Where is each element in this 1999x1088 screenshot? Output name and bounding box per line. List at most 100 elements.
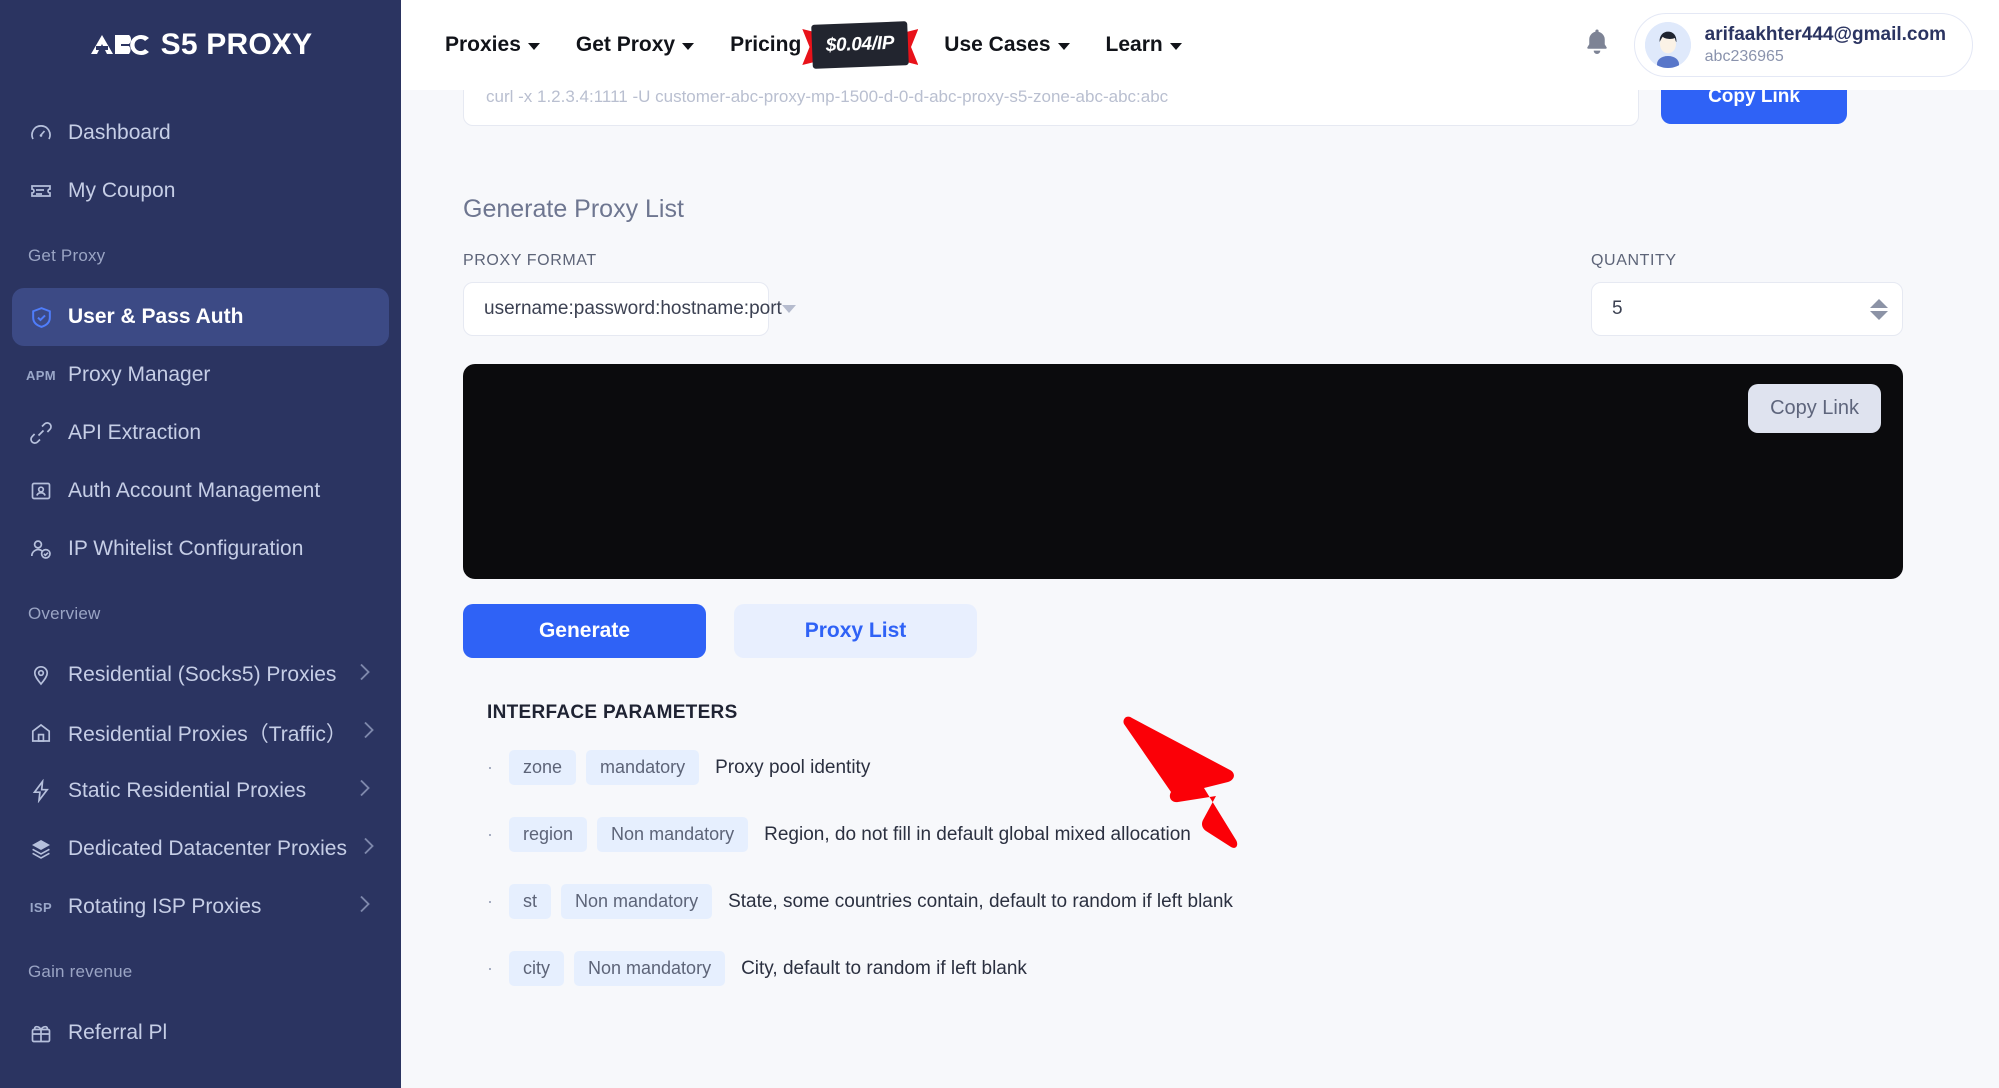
sidebar-item-rotating-isp-proxies[interactable]: ISP Rotating ISP Proxies (12, 878, 389, 936)
topnav-item-use-cases[interactable]: Use Cases (944, 33, 1070, 57)
sidebar-item-residential-proxies-traffic[interactable]: Residential Proxies（Traffic） (12, 704, 389, 762)
proxy-format-select[interactable]: username:password:hostname:port (463, 282, 796, 336)
sidebar-item-label: Proxy Manager (68, 363, 211, 386)
interface-parameters-section: INTERFACE PARAMETERS · zone mandatory Pr… (463, 702, 1903, 986)
parameter-row: · st Non mandatory State, some countries… (487, 884, 1903, 919)
sidebar-item-label: User & Pass Auth (68, 305, 244, 328)
price-badge: $0.04/IP (802, 21, 919, 69)
sidebar-item-auth-account-management[interactable]: Auth Account Management (12, 462, 389, 520)
chevron-right-icon (357, 777, 373, 805)
sidebar-item-label: API Extraction (68, 421, 202, 444)
chevron-down-icon (781, 305, 796, 313)
topnav-item-proxies[interactable]: Proxies (445, 33, 540, 57)
bullet-icon: · (487, 757, 493, 777)
parameter-required-chip: Non mandatory (561, 884, 713, 919)
topnav-item-learn[interactable]: Learn (1106, 33, 1182, 57)
quantity-label: QUANTITY (1591, 252, 1677, 269)
sidebar-item-static-residential-proxies[interactable]: Static Residential Proxies (12, 762, 389, 820)
notification-bell-icon[interactable] (1582, 27, 1612, 64)
sidebar-item-label: My Coupon (68, 179, 176, 202)
sidebar-item-user-pass-auth[interactable]: User & Pass Auth (12, 288, 389, 346)
action-buttons-row: Generate Proxy List (463, 604, 1903, 658)
isp-badge-icon: ISP (28, 894, 54, 920)
sidebar: S5 PROXY Dashboard My Coupon Get Proxy U… (0, 0, 401, 1088)
sidebar-group-gain-revenue: Gain revenue (28, 962, 133, 981)
sidebar-item-label: Dedicated Datacenter Proxies (68, 837, 347, 860)
apm-badge-icon: APM (25, 362, 57, 388)
generate-button[interactable]: Generate (463, 604, 706, 658)
sidebar-item-referral-plan[interactable]: Referral Pl (12, 1004, 389, 1062)
sidebar-item-label: Static Residential Proxies (68, 779, 307, 802)
spinner-down-icon[interactable] (1870, 310, 1888, 320)
app-root: S5 PROXY Dashboard My Coupon Get Proxy U… (0, 0, 1999, 1088)
sidebar-item-dashboard[interactable]: Dashboard (12, 104, 389, 162)
quantity-value: 5 (1612, 298, 1623, 319)
parameter-name-chip: region (509, 817, 588, 852)
chevron-right-icon (357, 893, 373, 921)
parameter-required-chip: mandatory (586, 750, 700, 785)
isp-badge-label: ISP (29, 899, 53, 915)
sidebar-item-label: Rotating ISP Proxies (68, 895, 262, 918)
bullet-icon: · (487, 891, 493, 911)
spinner-up-icon[interactable] (1870, 298, 1888, 308)
top-navigation: Proxies Get Proxy Pricing $0.04/IP Use C… (445, 21, 1182, 69)
parameter-description: City, default to random if left blank (741, 957, 1027, 979)
bolt-icon (28, 778, 54, 804)
home-icon (28, 720, 54, 746)
proxy-output-box[interactable]: Copy Link (463, 364, 1903, 579)
parameter-required-chip: Non mandatory (597, 817, 749, 852)
gauge-icon (28, 120, 54, 146)
copy-link-button[interactable]: Copy Link (1748, 384, 1881, 433)
chevron-right-icon (357, 661, 373, 689)
chevron-right-icon (361, 719, 377, 747)
account-menu[interactable]: arifaakhter444@gmail.com abc236965 (1633, 13, 1973, 77)
main-area: Proxies Get Proxy Pricing $0.04/IP Use C… (401, 0, 1999, 1088)
parameter-name-chip: city (509, 951, 564, 986)
top-bar-right: arifaakhter444@gmail.com abc236965 (1582, 13, 1973, 77)
chevron-right-icon (361, 835, 377, 863)
chevron-down-icon (1057, 43, 1070, 50)
sidebar-get-proxy-nav: User & Pass Auth APM Proxy Manager API E… (0, 288, 401, 578)
topnav-item-pricing[interactable]: Pricing $0.04/IP (730, 21, 919, 69)
proxy-format-value: username:password:hostname:port (484, 298, 782, 319)
sidebar-item-label: Referral Pl (68, 1021, 168, 1044)
proxy-format-field: PROXY FORMAT username:password:hostname:… (463, 252, 796, 336)
parameter-description: State, some countries contain, default t… (728, 890, 1233, 912)
sidebar-primary-nav: Dashboard My Coupon (0, 104, 401, 220)
topnav-label: Get Proxy (575, 33, 676, 56)
sidebar-overview-nav: Residential (Socks5) Proxies Residential… (0, 646, 401, 936)
parameter-row: · region Non mandatory Region, do not fi… (487, 817, 1903, 852)
gift-icon (28, 1020, 54, 1046)
sidebar-item-residential-socks5-proxies[interactable]: Residential (Socks5) Proxies (12, 646, 389, 704)
brand-logo-area[interactable]: S5 PROXY (0, 0, 401, 90)
form-fields-row: PROXY FORMAT username:password:hostname:… (463, 252, 1903, 336)
quantity-stepper[interactable]: 5 (1591, 282, 1903, 336)
parameter-name-chip: st (509, 884, 552, 919)
sidebar-item-ip-whitelist-configuration[interactable]: IP Whitelist Configuration (12, 520, 389, 578)
sidebar-gain-revenue-nav: Referral Pl (0, 1004, 401, 1062)
ticket-icon (28, 178, 54, 204)
apm-badge-label: APM (25, 367, 57, 383)
proxy-list-button[interactable]: Proxy List (734, 604, 977, 658)
sidebar-item-my-coupon[interactable]: My Coupon (12, 162, 389, 220)
parameter-name-chip: zone (509, 750, 577, 785)
proxy-format-label: PROXY FORMAT (463, 252, 597, 269)
link-icon (28, 420, 54, 446)
account-text: arifaakhter444@gmail.com abc236965 (1705, 24, 1946, 66)
sidebar-group-overview: Overview (28, 604, 101, 623)
brand-name: S5 PROXY (160, 28, 313, 61)
sidebar-item-api-extraction[interactable]: API Extraction (12, 404, 389, 462)
parameter-description: Proxy pool identity (715, 756, 871, 778)
bullet-icon: · (487, 824, 493, 844)
quantity-spinner[interactable] (1870, 298, 1888, 320)
sidebar-item-label: IP Whitelist Configuration (68, 537, 304, 560)
sidebar-item-dedicated-datacenter-proxies[interactable]: Dedicated Datacenter Proxies (12, 820, 389, 878)
sidebar-item-proxy-manager[interactable]: APM Proxy Manager (12, 346, 389, 404)
sidebar-group-get-proxy: Get Proxy (28, 246, 106, 265)
sidebar-item-label: Auth Account Management (68, 479, 321, 502)
parameter-required-chip: Non mandatory (574, 951, 726, 986)
topnav-label: Use Cases (944, 33, 1051, 56)
topnav-item-get-proxy[interactable]: Get Proxy (575, 33, 695, 57)
parameter-description: Region, do not fill in default global mi… (764, 823, 1191, 845)
account-email: arifaakhter444@gmail.com (1704, 24, 1946, 45)
